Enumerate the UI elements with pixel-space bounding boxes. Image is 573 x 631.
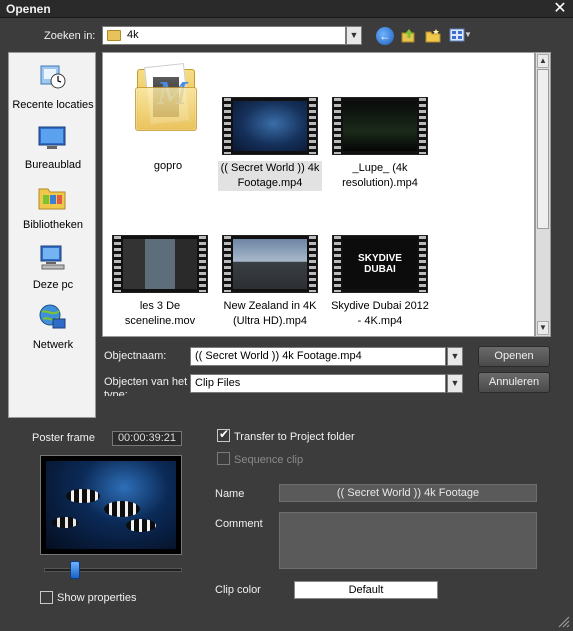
filetype-dropdown-button[interactable]: ▼ xyxy=(447,374,463,393)
lookin-label: Zoeken in: xyxy=(44,30,96,42)
network-icon xyxy=(39,304,66,329)
name-field[interactable]: (( Secret World )) 4k Footage xyxy=(279,484,537,502)
place-desktop[interactable]: Bureaublad xyxy=(9,119,97,177)
sequence-clip-label: Sequence clip xyxy=(234,454,304,466)
video-thumbnail xyxy=(332,97,428,155)
close-icon[interactable]: ✕ xyxy=(551,0,569,18)
name-label: Name xyxy=(215,488,245,500)
place-network[interactable]: Netwerk xyxy=(9,299,97,357)
comment-field[interactable] xyxy=(279,512,537,569)
video-thumbnail xyxy=(222,235,318,293)
file-name: (( Secret World )) 4k Footage.mp4 xyxy=(218,161,322,191)
lookin-combo[interactable]: 4k xyxy=(102,26,346,45)
file-list-scrollbar[interactable]: ▲ ▼ xyxy=(535,52,551,337)
poster-frame-slider-thumb[interactable] xyxy=(70,561,80,579)
clip-color-button[interactable]: Default xyxy=(294,581,438,599)
window-title: Openen xyxy=(6,2,51,16)
scroll-up-icon[interactable]: ▲ xyxy=(537,54,549,68)
poster-frame-slider[interactable] xyxy=(44,568,182,572)
filetype-select[interactable]: Clip Files xyxy=(190,374,446,393)
file-list[interactable]: M gopro (( Secret World )) 4k Footage.mp… xyxy=(102,52,535,337)
recent-places-icon xyxy=(40,65,66,89)
poster-frame-label: Poster frame xyxy=(32,432,95,444)
folder-icon: M xyxy=(135,63,201,133)
filetype-label: Objecten van het type: xyxy=(104,376,188,396)
file-item-folder[interactable]: M gopro xyxy=(116,63,220,174)
file-item-video[interactable]: les 3 De sceneline.mov xyxy=(108,235,212,329)
back-icon[interactable]: ← xyxy=(376,27,394,45)
file-item-video-selected[interactable]: (( Secret World )) 4k Footage.mp4 xyxy=(218,97,322,191)
file-item-video[interactable]: _Lupe_ (4k resolution).mp4 xyxy=(328,97,432,191)
sequence-clip-checkbox[interactable] xyxy=(217,452,230,465)
file-name: gopro xyxy=(153,160,183,172)
lookin-value: 4k xyxy=(127,29,139,41)
file-name: New Zealand in 4K (Ultra HD).mp4 xyxy=(223,300,317,327)
place-label: Bureaublad xyxy=(24,159,82,171)
file-name: Skydive Dubai 2012 - 4K.mp4 xyxy=(331,300,429,327)
skydive-logo: SKYDIVE DUBAI xyxy=(358,253,402,275)
cancel-button[interactable]: Annuleren xyxy=(478,372,550,393)
file-name: _Lupe_ (4k resolution).mp4 xyxy=(342,162,418,189)
objectname-label: Objectnaam: xyxy=(104,350,167,362)
file-item-video[interactable]: New Zealand in 4K (Ultra HD).mp4 xyxy=(218,235,322,329)
video-thumbnail xyxy=(222,97,318,155)
folder-icon xyxy=(107,30,121,41)
comment-label: Comment xyxy=(215,518,263,530)
scroll-thumb[interactable] xyxy=(537,69,549,229)
video-thumbnail: SKYDIVE DUBAI xyxy=(332,235,428,293)
objectname-dropdown-button[interactable]: ▼ xyxy=(447,347,463,366)
lookin-dropdown-button[interactable]: ▼ xyxy=(346,26,362,45)
view-menu-dropdown-icon[interactable]: ▼ xyxy=(464,30,472,39)
place-label: Recente locaties xyxy=(12,99,94,111)
transfer-label: Transfer to Project folder xyxy=(234,431,355,443)
title-bar[interactable] xyxy=(0,0,573,18)
poster-timecode: 00:00:39:21 xyxy=(112,431,182,446)
new-folder-icon[interactable] xyxy=(424,27,442,45)
objectname-field[interactable]: (( Secret World )) 4k Footage.mp4 xyxy=(190,347,446,366)
places-bar: Recente locaties Bureaublad Bibliotheken… xyxy=(8,52,96,418)
place-this-pc[interactable]: Deze pc xyxy=(9,239,97,297)
poster-preview xyxy=(40,455,182,555)
up-folder-icon[interactable] xyxy=(400,27,418,45)
desktop-icon xyxy=(38,126,66,149)
open-button[interactable]: Openen xyxy=(478,346,550,367)
place-label: Bibliotheken xyxy=(23,219,83,231)
transfer-checkbox[interactable] xyxy=(217,427,230,442)
place-recent[interactable]: Recente locaties xyxy=(9,59,97,117)
file-name: les 3 De sceneline.mov xyxy=(124,300,196,327)
place-label: Netwerk xyxy=(32,339,74,351)
show-properties-label: Show properties xyxy=(57,592,137,604)
place-libraries[interactable]: Bibliotheken xyxy=(9,179,97,237)
place-label: Deze pc xyxy=(32,279,74,291)
libraries-icon xyxy=(38,188,66,210)
clip-color-label: Clip color xyxy=(215,584,261,596)
show-properties-checkbox[interactable] xyxy=(40,591,53,604)
resize-grip-icon[interactable] xyxy=(556,614,570,628)
file-item-video[interactable]: SKYDIVE DUBAI Skydive Dubai 2012 - 4K.mp4 xyxy=(328,235,432,329)
this-pc-icon xyxy=(40,245,65,270)
video-thumbnail xyxy=(112,235,208,293)
scroll-down-icon[interactable]: ▼ xyxy=(537,321,549,335)
